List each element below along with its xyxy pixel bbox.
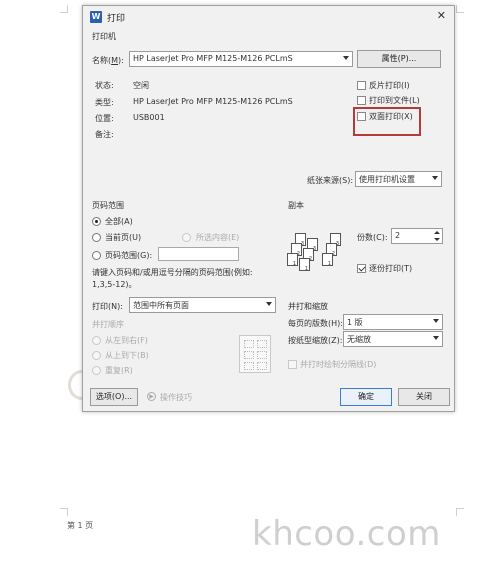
scale-label: 按纸型缩放(Z): xyxy=(288,336,343,345)
reverse-print-label: 反片打印(I) xyxy=(369,81,410,90)
range-hint-line2: 1,3,5-12)。 xyxy=(92,280,137,289)
printer-name-label: 名称(M): xyxy=(92,56,124,65)
preview-cell xyxy=(257,362,267,370)
all-pages-label: 全部(A) xyxy=(105,217,133,226)
close-icon[interactable]: ✕ xyxy=(437,9,446,22)
properties-button[interactable]: 属性(P)... xyxy=(357,50,441,68)
page-range-input[interactable] xyxy=(158,247,239,261)
preview-cell xyxy=(244,340,254,348)
pages-per-sheet-label: 每页的版数(H): xyxy=(288,319,343,328)
order-repeat-label: 重复(R) xyxy=(105,366,133,375)
status-value: 空闲 xyxy=(133,81,149,90)
collate-doc-icon: 1 xyxy=(299,258,310,272)
pages-per-sheet-select[interactable]: 1 版 xyxy=(343,314,443,330)
preview-cell xyxy=(244,362,254,370)
spin-down-icon[interactable] xyxy=(434,238,440,241)
wps-app-icon: W xyxy=(90,11,102,23)
selection-label: 所选内容(E) xyxy=(196,233,240,242)
page-corner-marker xyxy=(456,5,464,13)
chevron-down-icon xyxy=(433,336,439,340)
status-label: 状态: xyxy=(95,81,114,90)
page-range-label: 页码范围(G): xyxy=(105,251,153,260)
printer-section-label: 打印机 xyxy=(92,32,116,41)
collate-checkbox[interactable] xyxy=(357,264,366,273)
paper-source-select[interactable]: 使用打印机设置 xyxy=(355,171,442,187)
printer-select[interactable]: HP LaserJet Pro MFP M125-M126 PCLmS xyxy=(129,51,353,67)
chevron-down-icon xyxy=(432,176,438,180)
order-top-bottom-radio[interactable] xyxy=(92,351,101,360)
print-what-select[interactable]: 范围中所有页面 xyxy=(129,297,276,313)
order-repeat-radio[interactable] xyxy=(92,366,101,375)
current-page-radio[interactable] xyxy=(92,233,101,242)
dialog-titlebar: W 打印 ✕ xyxy=(83,6,454,28)
print-to-file-label: 打印到文件(L) xyxy=(369,96,420,105)
preview-cell xyxy=(257,340,267,348)
copies-section-label: 副本 xyxy=(288,201,304,210)
spin-up-icon[interactable] xyxy=(434,231,440,234)
chevron-down-icon xyxy=(343,56,349,60)
page-range-section-label: 页码范围 xyxy=(92,201,124,210)
page-corner-marker xyxy=(60,5,68,13)
page-footer: 第 1 页 xyxy=(67,521,94,530)
dialog-title: 打印 xyxy=(107,14,126,24)
location-label: 位置: xyxy=(95,114,114,123)
copies-label: 份数(C): xyxy=(357,233,388,242)
order-preview xyxy=(239,335,271,373)
type-value: HP LaserJet Pro MFP M125-M126 PCLmS xyxy=(133,97,293,106)
duplex-highlight-box xyxy=(353,107,421,136)
draw-lines-label: 并打时绘制分隔线(D) xyxy=(300,360,377,369)
selection-radio[interactable] xyxy=(182,233,191,242)
watermark: khcoo.com xyxy=(252,514,441,554)
chevron-down-icon xyxy=(266,302,272,306)
location-value: USB001 xyxy=(133,113,165,122)
copies-spinner[interactable]: 2 xyxy=(391,228,443,244)
chevron-down-icon xyxy=(433,319,439,323)
order-left-right-label: 从左到右(F) xyxy=(105,336,148,345)
print-to-file-checkbox[interactable] xyxy=(357,96,366,105)
zoom-section-label: 并打和缩放 xyxy=(288,302,328,311)
print-what-label: 打印(N): xyxy=(92,302,123,311)
all-pages-radio[interactable] xyxy=(92,217,101,226)
order-left-right-radio[interactable] xyxy=(92,336,101,345)
order-section-label: 并打顺序 xyxy=(92,320,124,329)
reverse-print-checkbox[interactable] xyxy=(357,81,366,90)
draw-lines-checkbox[interactable] xyxy=(288,360,297,369)
collate-doc-icon: 1 xyxy=(287,253,298,267)
preview-cell xyxy=(257,351,267,359)
play-icon: ▶ xyxy=(147,392,156,401)
close-button[interactable]: 关闭 xyxy=(398,388,450,406)
page-range-radio[interactable] xyxy=(92,251,101,260)
page-corner-marker xyxy=(60,508,68,516)
preview-cell xyxy=(244,351,254,359)
page-corner-marker xyxy=(456,508,464,516)
range-hint-line1: 请键入页码和/或用逗号分隔的页码范围(例如: xyxy=(92,268,253,277)
collate-label: 逐份打印(T) xyxy=(369,264,413,273)
ok-button[interactable]: 确定 xyxy=(340,388,392,406)
tips-link[interactable]: 操作技巧 xyxy=(160,392,192,403)
order-top-bottom-label: 从上到下(B) xyxy=(105,351,149,360)
comment-label: 备注: xyxy=(95,130,114,139)
collate-doc-icon: 1 xyxy=(322,253,333,267)
type-label: 类型: xyxy=(95,98,114,107)
options-button[interactable]: 选项(O)... xyxy=(90,388,138,406)
current-page-label: 当前页(U) xyxy=(105,233,142,242)
paper-source-label: 纸张来源(S): xyxy=(307,176,354,185)
scale-select[interactable]: 无缩放 xyxy=(343,331,443,347)
